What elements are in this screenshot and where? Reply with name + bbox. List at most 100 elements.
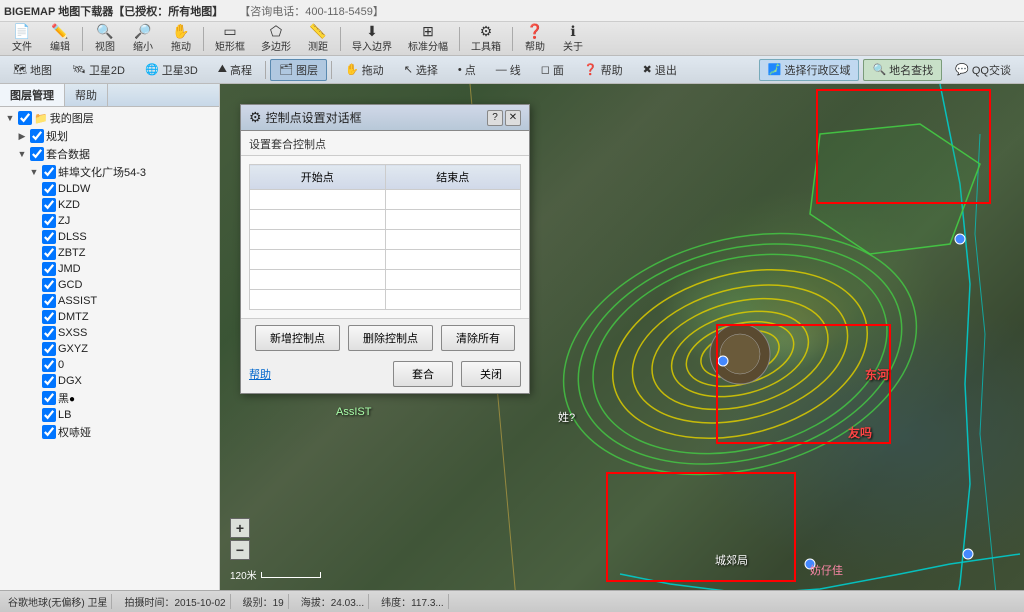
cb-zj[interactable] xyxy=(42,214,56,228)
tree-item-dlss[interactable]: DLSS xyxy=(2,229,217,245)
tb-edit-btn[interactable]: ✏️ 编辑 xyxy=(42,24,78,54)
zoom-in-btn[interactable]: + xyxy=(230,518,250,538)
tb2-layer-btn[interactable]: 🗂 图层 xyxy=(270,59,327,81)
tree-item-gxyz[interactable]: GXYZ xyxy=(2,341,217,357)
map-area[interactable]: 妨仔佳 城郊局 城郊局 姓? 东河 友吗 AssIST + − 120米 ⚙ 控 xyxy=(220,84,1024,590)
tree-item-dmtz[interactable]: DMTZ xyxy=(2,309,217,325)
tb-import-btn[interactable]: ⬇ 导入边界 xyxy=(345,24,399,54)
expand-icon-plan[interactable]: ▶ xyxy=(16,131,28,142)
expand-icon[interactable]: ▼ xyxy=(4,113,16,123)
tb2-drag-btn[interactable]: ✋ 拖动 xyxy=(336,59,393,81)
cb-my-layers[interactable] xyxy=(18,111,32,125)
cb-lb[interactable] xyxy=(42,408,56,422)
cb-gcd[interactable] xyxy=(42,278,56,292)
control-points-dialog[interactable]: ⚙ 控制点设置对话框 ? ✕ 设置套合控制点 开始点 结束点 xyxy=(240,104,530,394)
tb2-sat2d-btn[interactable]: 🛰 卫星2D xyxy=(63,59,134,81)
tb-rect-label: 矩形框 xyxy=(215,38,245,53)
tree-item-dgx[interactable]: DGX xyxy=(2,373,217,389)
tree-item-jmd[interactable]: JMD xyxy=(2,261,217,277)
tb2-map-btn[interactable]: 🗺 地图 xyxy=(4,59,61,81)
clear-all-btn[interactable]: 清除所有 xyxy=(441,325,515,351)
tb2-sep-2 xyxy=(331,61,332,79)
dialog-close-x-btn[interactable]: ✕ xyxy=(505,110,521,126)
qq-chat-btn[interactable]: 💬 QQ交谈 xyxy=(946,59,1020,81)
dialog-close-btn[interactable]: 关闭 xyxy=(461,361,521,387)
tb2-exit-btn[interactable]: ✖ 退出 xyxy=(634,59,686,81)
tb2-sat2d-label: 卫星2D xyxy=(89,62,125,78)
zoom-out-btn[interactable]: − xyxy=(230,540,250,560)
add-control-point-btn[interactable]: 新增控制点 xyxy=(255,325,340,351)
expand-icon-composite[interactable]: ▼ xyxy=(16,149,28,159)
dldw-label: DLDW xyxy=(58,183,215,195)
tb-poly-btn[interactable]: ⬠ 多边形 xyxy=(254,24,298,54)
tree-item-assist[interactable]: ASSIST xyxy=(2,293,217,309)
tb2-elev-btn[interactable]: ⛰ 高程 xyxy=(209,59,261,81)
tree-item-zj[interactable]: ZJ xyxy=(2,213,217,229)
cb-gxyz[interactable] xyxy=(42,342,56,356)
region-select-btn[interactable]: 🗾 选择行政区域 xyxy=(759,59,860,81)
tree-item-lb[interactable]: LB xyxy=(2,407,217,423)
tab-help[interactable]: 帮助 xyxy=(65,84,108,106)
helpbtn-icon: ❓ xyxy=(584,63,598,76)
fit-btn[interactable]: 套合 xyxy=(393,361,453,387)
tb2-line-btn[interactable]: — 线 xyxy=(487,59,530,81)
tb-rect-btn[interactable]: ▭ 矩形框 xyxy=(208,24,252,54)
tb2-point-btn[interactable]: • 点 xyxy=(449,59,485,81)
tb2-area-btn[interactable]: ◻ 面 xyxy=(532,59,573,81)
cb-jmd[interactable] xyxy=(42,262,56,276)
cb-dmtz[interactable] xyxy=(42,310,56,324)
tb-std-btn[interactable]: ⊞ 标准分幅 xyxy=(401,24,455,54)
cb-zbtz[interactable] xyxy=(42,246,56,260)
my-layers-label: 我的图层 xyxy=(50,110,215,126)
tb-help-btn[interactable]: ❓ 帮助 xyxy=(517,24,553,54)
help-icon: ❓ xyxy=(526,24,543,38)
tree-item-zbtz[interactable]: ZBTZ xyxy=(2,245,217,261)
cb-sxss[interactable] xyxy=(42,326,56,340)
tb-zoomout-btn[interactable]: 🔎 缩小 xyxy=(125,24,161,54)
delete-control-point-btn[interactable]: 删除控制点 xyxy=(348,325,433,351)
tab-layer-management[interactable]: 图层管理 xyxy=(0,84,65,106)
tb-drag-btn[interactable]: ✋ 拖动 xyxy=(163,24,199,54)
tree-item-wenhua[interactable]: ▼ 蚌埠文化广场54-3 xyxy=(2,163,217,181)
main-toolbar: 📄 文件 ✏️ 编辑 🔍 视图 🔎 缩小 ✋ 拖动 ▭ 矩形框 ⬠ 多边形 📏 … xyxy=(0,22,1024,56)
cb-dldw[interactable] xyxy=(42,182,56,196)
tb-about-label: 关于 xyxy=(563,38,583,53)
cb-kzd[interactable] xyxy=(42,198,56,212)
tb-about-btn[interactable]: ℹ 关于 xyxy=(555,24,591,54)
location-search-btn[interactable]: 🔍 地名查找 xyxy=(863,59,942,81)
tree-item-my-layers[interactable]: ▼ 📁 我的图层 xyxy=(2,109,217,127)
tb-tools-btn[interactable]: ⚙ 工具箱 xyxy=(464,24,508,54)
tb-file-btn[interactable]: 📄 文件 xyxy=(4,24,40,54)
tree-item-plan[interactable]: ▶ 规划 xyxy=(2,127,217,145)
tree-item-black[interactable]: 黑● xyxy=(2,389,217,407)
cb-wenhua[interactable] xyxy=(42,165,56,179)
tb-measure-btn[interactable]: 📏 测距 xyxy=(300,24,336,54)
layer-tree: ▼ 📁 我的图层 ▶ 规划 ▼ 套合数据 ▼ 蚌埠文化广场5 xyxy=(0,107,219,590)
dialog-help-link[interactable]: 帮助 xyxy=(249,366,271,382)
scale-bar: 120米 xyxy=(230,567,321,582)
toolbar-sep-3 xyxy=(340,27,341,51)
cb-quzhiya[interactable] xyxy=(42,425,56,439)
cb-dlss[interactable] xyxy=(42,230,56,244)
cb-zero[interactable] xyxy=(42,358,56,372)
cb-composite[interactable] xyxy=(30,147,44,161)
tb2-sat3d-btn[interactable]: 🌐 卫星3D xyxy=(136,59,207,81)
tb2-select-btn[interactable]: ↖ 选择 xyxy=(395,59,447,81)
tree-item-zero[interactable]: 0 xyxy=(2,357,217,373)
dialog-help-btn[interactable]: ? xyxy=(487,110,503,126)
tree-item-sxss[interactable]: SXSS xyxy=(2,325,217,341)
expand-icon-wenhua[interactable]: ▼ xyxy=(28,167,40,177)
cb-plan[interactable] xyxy=(30,129,44,143)
tb-view-btn[interactable]: 🔍 视图 xyxy=(87,24,123,54)
tree-item-quzhiya[interactable]: 权哧娅 xyxy=(2,423,217,441)
cb-assist[interactable] xyxy=(42,294,56,308)
tree-item-kzd[interactable]: KZD xyxy=(2,197,217,213)
tb2-helpbtn-btn[interactable]: ❓ 帮助 xyxy=(575,59,632,81)
tree-item-dldw[interactable]: DLDW xyxy=(2,181,217,197)
tree-item-composite[interactable]: ▼ 套合数据 xyxy=(2,145,217,163)
svg-text:妨仔佳: 妨仔佳 xyxy=(810,563,843,577)
cb-dgx[interactable] xyxy=(42,374,56,388)
cb-black[interactable] xyxy=(42,391,56,405)
tree-item-gcd[interactable]: GCD xyxy=(2,277,217,293)
dialog-title-bar[interactable]: ⚙ 控制点设置对话框 ? ✕ xyxy=(241,105,529,131)
